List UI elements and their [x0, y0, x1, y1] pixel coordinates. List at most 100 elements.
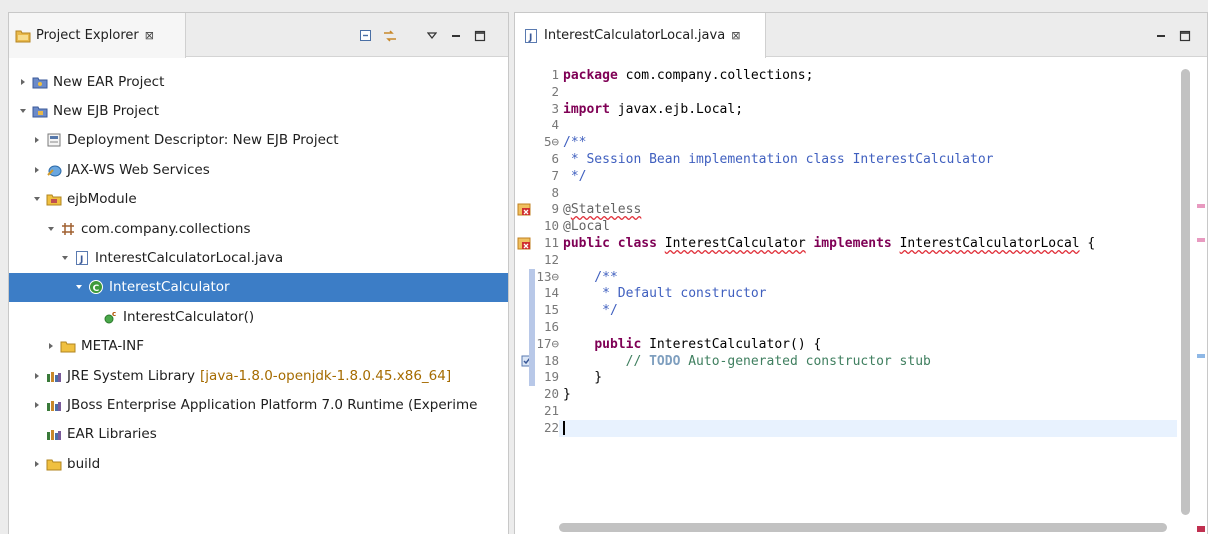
code-line[interactable]: * Default constructor — [563, 285, 766, 302]
task-marker[interactable] — [1197, 354, 1205, 358]
code-line[interactable]: /** — [563, 134, 586, 151]
tree-item-label: JRE System Library — [67, 367, 196, 384]
source-folder-icon — [46, 191, 62, 207]
collapse-arrow-icon[interactable] — [73, 281, 85, 293]
minimize-icon[interactable] — [444, 27, 468, 45]
vertical-ruler[interactable] — [515, 58, 535, 534]
tab-interestcalculatorlocal-java[interactable]: J InterestCalculatorLocal.java ⊠ — [515, 13, 766, 58]
project-explorer-toolbar — [354, 27, 492, 45]
code-line[interactable]: */ — [563, 302, 618, 319]
tree-item-jboss-runtime[interactable]: JBoss Enterprise Application Platform 7.… — [9, 390, 508, 419]
maximize-icon[interactable] — [468, 27, 492, 45]
expand-arrow-icon[interactable] — [31, 370, 43, 382]
tree-item-label: New EAR Project — [53, 73, 165, 90]
tree-item-java-file[interactable]: J InterestCalculatorLocal.java — [9, 243, 508, 272]
link-with-editor-icon[interactable] — [378, 27, 402, 45]
line-number: 22 — [543, 419, 559, 435]
code-line[interactable]: @Stateless — [563, 201, 641, 218]
tree-item-new-ejb-project[interactable]: New EJB Project — [9, 96, 508, 125]
tree-item-label: EAR Libraries — [67, 426, 157, 443]
close-tab-icon[interactable]: ⊠ — [145, 29, 154, 42]
vertical-scrollbar[interactable] — [1181, 69, 1190, 515]
expand-arrow-icon[interactable] — [17, 76, 29, 88]
code-line[interactable]: public InterestCalculator() { — [563, 336, 821, 353]
line-number: 17⊖ — [536, 335, 559, 351]
web-services-icon — [46, 162, 62, 178]
line-number: 18 — [543, 352, 559, 368]
svg-text:C: C — [93, 284, 100, 294]
horizontal-scrollbar[interactable] — [559, 523, 1167, 532]
expand-arrow-icon[interactable] — [31, 164, 43, 176]
project-explorer-view: Project Explorer ⊠ New EAR Project New E… — [8, 12, 509, 534]
code-line[interactable]: @Local — [563, 218, 610, 235]
code-line[interactable]: */ — [563, 168, 587, 185]
tree-item-class-selected[interactable]: C InterestCalculator — [9, 272, 508, 303]
collapse-arrow-icon[interactable] — [17, 105, 29, 117]
tree-item-deployment-descriptor[interactable]: Deployment Descriptor: New EJB Project — [9, 126, 508, 155]
code-line[interactable]: // TODO Auto-generated constructor stub — [563, 353, 931, 370]
editor-header: J InterestCalculatorLocal.java ⊠ — [515, 13, 1207, 58]
line-number: 8 — [551, 184, 559, 200]
collapse-all-icon[interactable] — [354, 27, 378, 45]
expand-arrow-icon[interactable] — [31, 134, 43, 146]
collapse-arrow-icon[interactable] — [45, 223, 57, 235]
tree-item-package[interactable]: com.company.collections — [9, 214, 508, 243]
tree-item-jax-ws-web-services[interactable]: JAX-WS Web Services — [9, 155, 508, 184]
code-line[interactable]: package com.company.collections; — [563, 67, 813, 84]
tree-item-label: InterestCalculator — [109, 279, 230, 296]
line-number: 19 — [543, 369, 559, 385]
line-number: 7 — [551, 167, 559, 183]
editor-toolbar — [1149, 27, 1197, 45]
error-marker-icon[interactable] — [517, 202, 533, 216]
current-line-highlight — [559, 419, 1177, 437]
expand-arrow-icon[interactable] — [31, 458, 43, 470]
collapse-arrow-icon[interactable] — [59, 252, 71, 264]
code-area[interactable]: package com.company.collections; import j… — [559, 58, 1177, 534]
overview-ruler[interactable] — [1197, 58, 1205, 534]
code-line[interactable] — [563, 420, 565, 437]
tree-item-label: build — [67, 455, 101, 472]
line-number: 9 — [551, 201, 559, 217]
expand-arrow-icon[interactable] — [45, 340, 57, 352]
tree-item-jre-system-library[interactable]: JRE System Library [java-1.8.0-openjdk-1… — [9, 361, 508, 390]
code-line[interactable]: import javax.ejb.Local; — [563, 101, 743, 118]
tab-project-explorer[interactable]: Project Explorer ⊠ — [9, 13, 186, 58]
collapse-arrow-icon[interactable] — [31, 193, 43, 205]
ejb-project-icon — [32, 103, 48, 119]
code-line[interactable]: /** — [563, 269, 618, 286]
tree-item-new-ear-project[interactable]: New EAR Project — [9, 67, 508, 96]
java-editor: J InterestCalculatorLocal.java ⊠ 1 2 3 4 5⊖ 6… — [514, 12, 1208, 534]
tree-item-meta-inf[interactable]: META-INF — [9, 332, 508, 361]
code-line[interactable]: public class InterestCalculator implemen… — [563, 235, 1095, 252]
tree-item-build[interactable]: build — [9, 449, 508, 478]
maximize-icon[interactable] — [1173, 27, 1197, 45]
deployment-descriptor-icon — [46, 132, 62, 148]
expand-arrow-icon[interactable] — [31, 399, 43, 411]
error-marker[interactable] — [1197, 204, 1205, 208]
code-line[interactable]: * Session Bean implementation class Inte… — [563, 151, 994, 168]
minimize-icon[interactable] — [1149, 27, 1173, 45]
tree-item-ear-libraries[interactable]: EAR Libraries — [9, 420, 508, 449]
error-marker-icon[interactable] — [517, 236, 533, 250]
line-number: 6 — [551, 151, 559, 166]
library-icon — [46, 426, 62, 442]
line-number: 1 — [551, 67, 559, 82]
tree-item-label: New EJB Project — [53, 103, 159, 120]
line-number: 12 — [543, 251, 559, 267]
code-line[interactable]: } — [563, 369, 602, 386]
close-tab-icon[interactable]: ⊠ — [731, 29, 740, 42]
line-number: 15 — [543, 302, 559, 318]
folder-icon — [60, 338, 76, 354]
text-caret — [563, 421, 565, 436]
view-menu-icon[interactable] — [420, 27, 444, 45]
tree-item-constructor[interactable]: c InterestCalculator() — [9, 302, 508, 331]
error-marker[interactable] — [1197, 238, 1205, 242]
code-line[interactable]: } — [563, 386, 571, 403]
tree-item-label: ejbModule — [67, 191, 137, 208]
problem-summary-marker[interactable] — [1197, 526, 1205, 532]
svg-text:J: J — [79, 255, 83, 265]
tree-item-ejbmodule[interactable]: ejbModule — [9, 185, 508, 214]
line-number: 3 — [551, 100, 559, 116]
library-icon — [46, 397, 62, 413]
tree-item-label: META-INF — [81, 338, 145, 355]
